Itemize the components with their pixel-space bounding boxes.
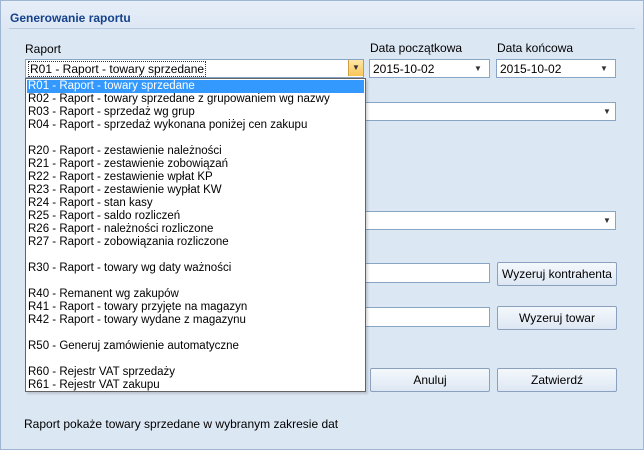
dropdown-option[interactable]: R30 - Raport - towary wg daty ważności [27, 262, 364, 275]
chevron-down-icon[interactable]: ▼ [348, 60, 363, 76]
report-description: Raport pokaże towary sprzedane w wybrany… [24, 417, 339, 431]
chevron-down-icon[interactable]: ▼ [599, 103, 615, 120]
dropdown-separator [27, 327, 364, 340]
reset-contractor-button[interactable]: Wyzeruj kontrahenta [497, 262, 617, 286]
chevron-down-icon[interactable]: ▼ [599, 212, 615, 229]
confirm-button[interactable]: Zatwierdź [497, 368, 617, 392]
cancel-button[interactable]: Anuluj [370, 368, 490, 392]
dropdown-option[interactable]: R22 - Raport - zestawienie wpłat KP [27, 171, 364, 184]
report-select[interactable]: R01 - Raport - towary sprzedane ▼ [25, 59, 364, 78]
dropdown-option[interactable]: R03 - Raport - sprzedaż wg grup [27, 106, 364, 119]
dropdown-option[interactable]: R20 - Raport - zestawienie należności [27, 145, 364, 158]
dropdown-option[interactable]: R26 - Raport - należności rozliczone [27, 223, 364, 236]
dropdown-option[interactable]: R04 - Raport - sprzedaż wykonana poniżej… [27, 119, 364, 132]
report-panel: Generowanie raportu Raport Data początko… [0, 0, 644, 450]
panel-title: Generowanie raportu [10, 11, 131, 25]
report-select-value: R01 - Raport - towary sprzedane [28, 61, 207, 77]
title-divider [9, 28, 635, 29]
dropdown-separator [27, 132, 364, 145]
dropdown-option[interactable]: R25 - Raport - saldo rozliczeń [27, 210, 364, 223]
dropdown-option[interactable]: R02 - Raport - towary sprzedane z grupow… [27, 93, 364, 106]
dropdown-option[interactable]: R23 - Raport - zestawienie wypłat KW [27, 184, 364, 197]
reset-product-button[interactable]: Wyzeruj towar [497, 306, 617, 330]
end-date-label: Data końcowa [497, 41, 574, 55]
dropdown-option[interactable]: R21 - Raport - zestawienie zobowiązań [27, 158, 364, 171]
start-date-value: 2015-10-02 [373, 62, 435, 76]
dropdown-option[interactable]: R24 - Raport - stan kasy [27, 197, 364, 210]
start-date-label: Data początkowa [370, 41, 463, 55]
dropdown-option[interactable]: R01 - Raport - towary sprzedane [27, 80, 364, 93]
dropdown-option[interactable]: R40 - Remanent wg zakupów [27, 288, 364, 301]
chevron-down-icon[interactable]: ▼ [467, 60, 489, 77]
dropdown-option[interactable]: R41 - Raport - towary przyjęte na magazy… [27, 301, 364, 314]
raport-label: Raport [25, 42, 62, 56]
dropdown-separator [27, 353, 364, 366]
end-date-picker[interactable]: 2015-10-02 ▼ [496, 59, 616, 78]
chevron-down-icon[interactable]: ▼ [593, 60, 615, 77]
start-date-picker[interactable]: 2015-10-02 ▼ [369, 59, 490, 78]
dropdown-separator [27, 249, 364, 262]
dropdown-option[interactable]: R42 - Raport - towary wydane z magazynu [27, 314, 364, 327]
dropdown-separator [27, 275, 364, 288]
end-date-value: 2015-10-02 [500, 62, 562, 76]
dropdown-option[interactable]: R60 - Rejestr VAT sprzedaży [27, 366, 364, 379]
dropdown-option[interactable]: R50 - Generuj zamówienie automatyczne [27, 340, 364, 353]
dropdown-option[interactable]: R27 - Raport - zobowiązania rozliczone [27, 236, 364, 249]
dropdown-option[interactable]: R61 - Rejestr VAT zakupu [27, 379, 364, 392]
report-dropdown-list[interactable]: R01 - Raport - towary sprzedane R02 - Rap… [25, 78, 366, 392]
